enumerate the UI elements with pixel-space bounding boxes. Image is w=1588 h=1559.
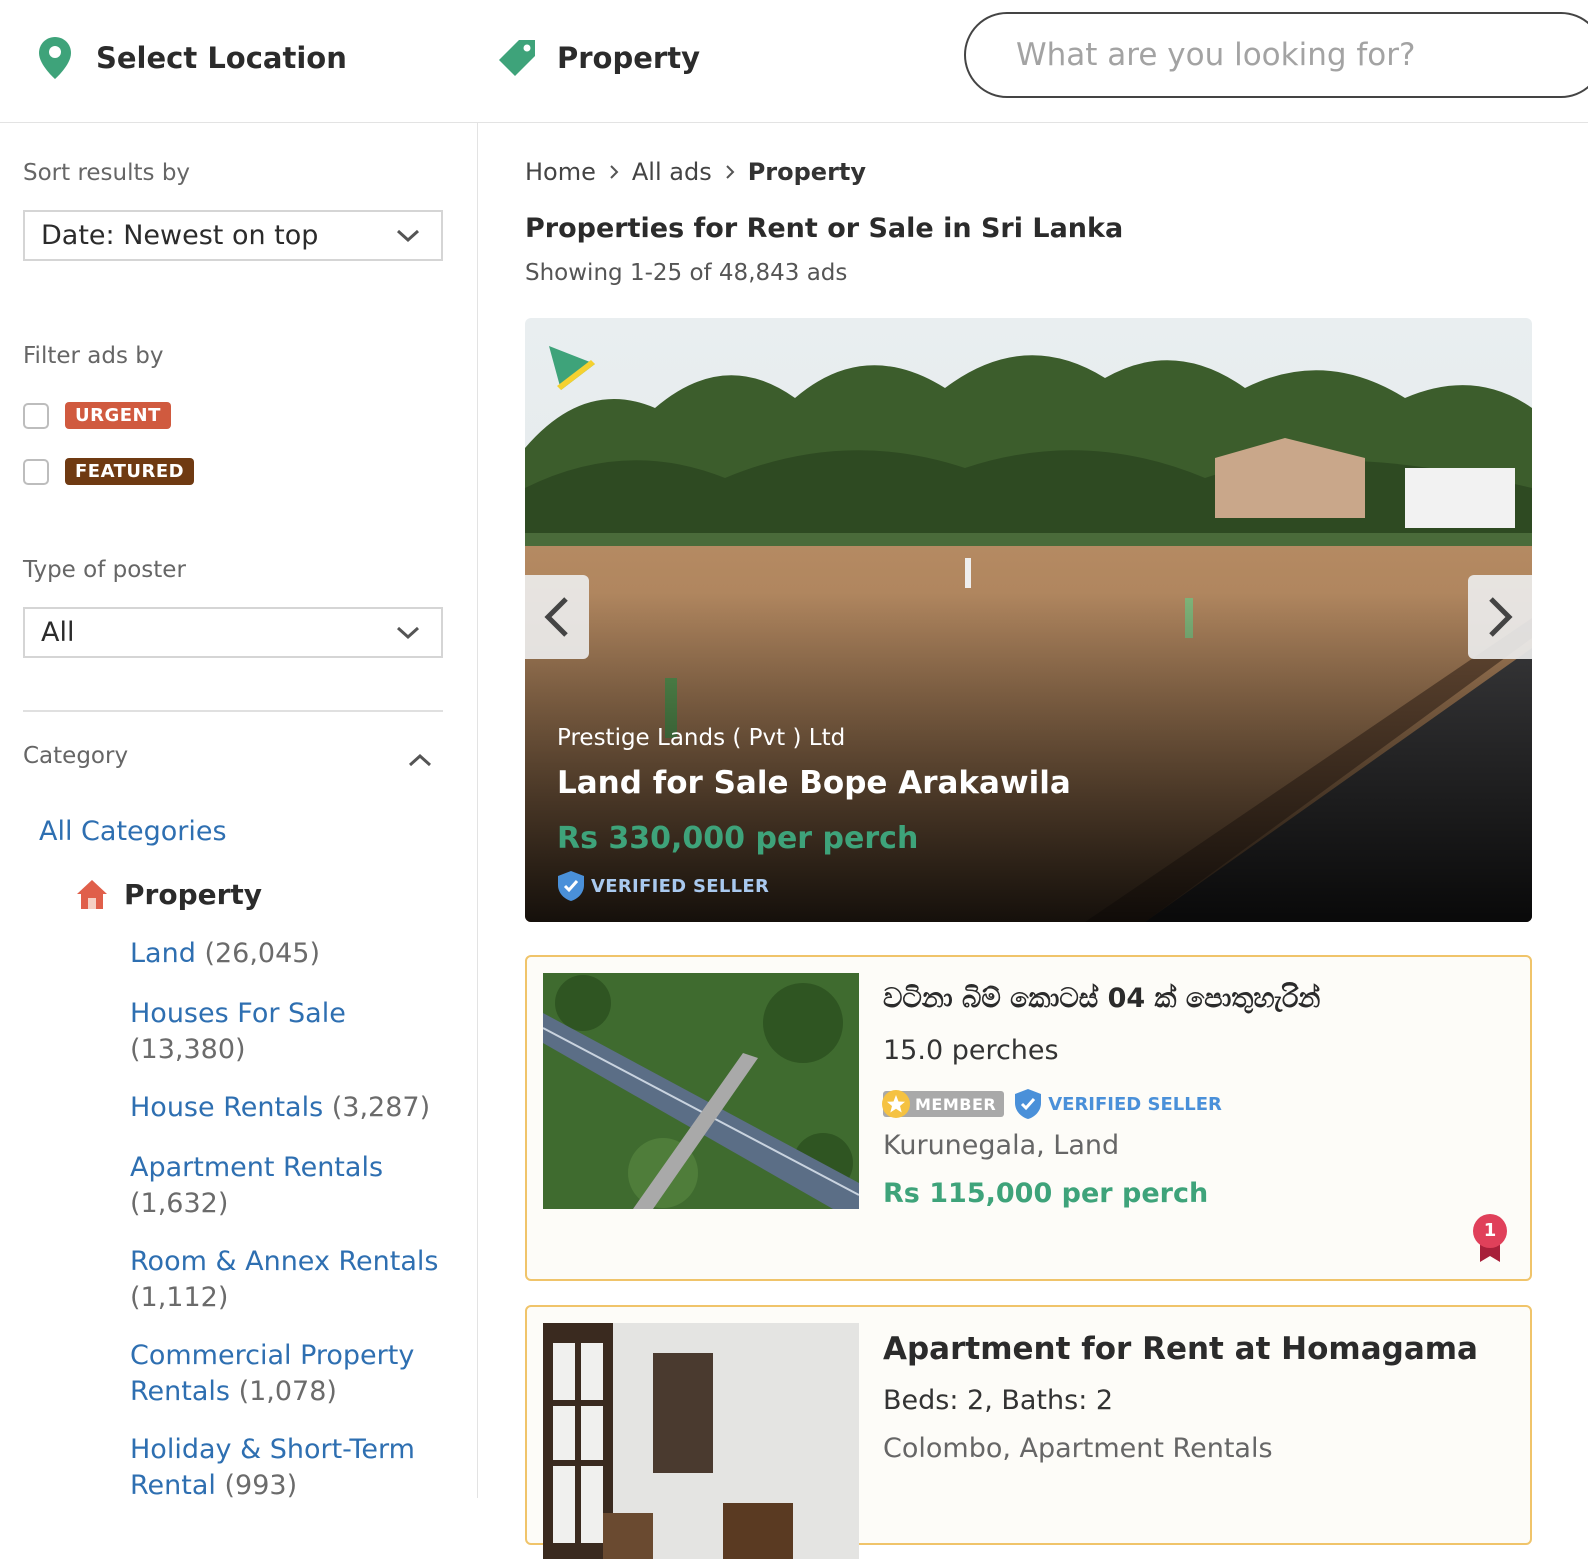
listing-badges: MEMBER VERIFIED SELLER bbox=[882, 1088, 1222, 1120]
poster-type-value: All bbox=[41, 617, 75, 648]
hero-verified-label: VERIFIED SELLER bbox=[591, 875, 770, 897]
breadcrumb-home[interactable]: Home bbox=[525, 158, 596, 186]
subcategory-houses-for-sale[interactable]: Houses For Sale (13,380) bbox=[130, 996, 450, 1068]
listing-card[interactable]: වටිනා බිම් කොටස් 04 ක් පොතුහැරින් 15.0 p… bbox=[525, 955, 1532, 1281]
sort-select-value: Date: Newest on top bbox=[41, 220, 319, 251]
hero-verified-badge: VERIFIED SELLER bbox=[557, 870, 769, 902]
top-ad-flag-icon bbox=[549, 346, 595, 390]
chevron-right-icon bbox=[1489, 597, 1513, 637]
location-pin-icon bbox=[39, 37, 71, 79]
subcategory-count: (1,632) bbox=[130, 1188, 229, 1219]
listing-location: Colombo, Apartment Rentals bbox=[883, 1433, 1273, 1464]
search-input[interactable] bbox=[1014, 32, 1558, 78]
hero-ad-price: Rs 330,000 per perch bbox=[557, 821, 919, 856]
featured-checkbox[interactable] bbox=[23, 458, 49, 485]
listing-detail: 15.0 perches bbox=[883, 1035, 1059, 1066]
subcategory-count: (13,380) bbox=[130, 1034, 246, 1065]
star-icon bbox=[882, 1090, 910, 1118]
subcategory-apartment-rentals[interactable]: Apartment Rentals (1,632) bbox=[130, 1150, 450, 1222]
breadcrumb: Home All ads Property bbox=[525, 158, 866, 186]
sidebar: Sort results by Date: Newest on top Filt… bbox=[0, 123, 478, 1501]
filter-urgent: URGENT bbox=[23, 402, 171, 429]
subcategory-name: House Rentals bbox=[130, 1092, 324, 1123]
rank-badge: 1 bbox=[1472, 1213, 1508, 1263]
subcategory-count: (26,045) bbox=[204, 938, 320, 969]
subcategory-count: (993) bbox=[224, 1470, 298, 1501]
chevron-left-icon bbox=[544, 597, 568, 637]
subcategory-count: (1,078) bbox=[238, 1376, 337, 1407]
chevron-up-icon bbox=[408, 753, 432, 767]
subcategory-house-rentals[interactable]: House Rentals (3,287) bbox=[130, 1090, 450, 1126]
featured-badge: FEATURED bbox=[65, 458, 195, 485]
listing-detail: Beds: 2, Baths: 2 bbox=[883, 1385, 1114, 1416]
chevron-down-icon bbox=[396, 229, 420, 243]
tag-icon bbox=[499, 40, 535, 76]
subcategory-name: Land bbox=[130, 938, 196, 969]
page-title: Properties for Rent or Sale in Sri Lanka bbox=[525, 213, 1124, 244]
select-location-label: Select Location bbox=[96, 41, 347, 75]
verified-shield-icon bbox=[1015, 1089, 1042, 1119]
hero-seller-name: Prestige Lands ( Pvt ) Ltd bbox=[557, 725, 846, 751]
subcategory-commercial-property-rentals[interactable]: Commercial Property Rentals (1,078) bbox=[130, 1338, 450, 1410]
subcategory-count: (1,112) bbox=[130, 1282, 229, 1313]
urgent-badge: URGENT bbox=[65, 402, 171, 429]
select-location-button[interactable]: Select Location bbox=[38, 36, 347, 80]
verified-label: VERIFIED SELLER bbox=[1048, 1093, 1222, 1115]
member-label: MEMBER bbox=[915, 1094, 997, 1114]
listing-thumbnail bbox=[543, 1323, 859, 1559]
top-bar: Select Location Property bbox=[0, 0, 1588, 123]
aerial-highway-photo bbox=[543, 973, 859, 1209]
category-section-label: Category bbox=[23, 743, 129, 769]
category-section-toggle[interactable]: Category bbox=[23, 743, 443, 783]
subcategory-land[interactable]: Land (26,045) bbox=[130, 936, 450, 972]
member-badge: MEMBER bbox=[882, 1090, 1005, 1118]
apartment-interior-photo bbox=[543, 1323, 859, 1559]
sidebar-divider bbox=[23, 710, 443, 712]
all-categories-link[interactable]: All Categories bbox=[39, 816, 227, 847]
breadcrumb-all-ads[interactable]: All ads bbox=[632, 158, 712, 186]
top-ad-carousel[interactable]: Prestige Lands ( Pvt ) Ltd Land for Sale… bbox=[525, 318, 1532, 922]
listing-thumbnail bbox=[543, 973, 859, 1209]
carousel-next-button[interactable] bbox=[1468, 575, 1532, 659]
sort-select[interactable]: Date: Newest on top bbox=[23, 210, 443, 261]
hero-ad-title: Land for Sale Bope Arakawila bbox=[557, 765, 1071, 801]
subcategory-count: (3,287) bbox=[331, 1092, 431, 1123]
poster-type-select[interactable]: All bbox=[23, 607, 443, 658]
urgent-checkbox[interactable] bbox=[23, 402, 49, 429]
carousel-prev-button[interactable] bbox=[525, 575, 589, 659]
search-box bbox=[964, 12, 1588, 98]
current-category: Property bbox=[75, 877, 262, 911]
chevron-right-icon bbox=[610, 165, 619, 179]
listing-price: Rs 115,000 per perch bbox=[883, 1178, 1209, 1209]
category-label: Property bbox=[557, 41, 700, 75]
listing-title: වටිනා බිම් කොටස් 04 ක් පොතුහැරින් bbox=[883, 983, 1321, 1014]
results-count: Showing 1-25 of 48,843 ads bbox=[525, 260, 848, 286]
subcategory-name: Apartment Rentals bbox=[130, 1152, 384, 1183]
current-category-label: Property bbox=[124, 877, 263, 911]
chevron-down-icon bbox=[396, 626, 420, 640]
poster-type-label: Type of poster bbox=[23, 557, 186, 583]
verified-shield-icon bbox=[558, 871, 584, 901]
listing-title: Apartment for Rent at Homagama bbox=[883, 1331, 1478, 1367]
subcategory-name: Room & Annex Rentals bbox=[130, 1246, 439, 1277]
verified-badge: VERIFIED SELLER bbox=[1014, 1088, 1222, 1120]
subcategory-name: Houses For Sale bbox=[130, 998, 346, 1029]
filter-featured: FEATURED bbox=[23, 458, 195, 485]
listing-card[interactable]: Apartment for Rent at Homagama Beds: 2, … bbox=[525, 1305, 1532, 1559]
chevron-right-icon bbox=[725, 165, 735, 179]
rank-number: 1 bbox=[1483, 1220, 1497, 1241]
sort-label: Sort results by bbox=[23, 160, 191, 186]
filter-label: Filter ads by bbox=[23, 343, 164, 369]
listing-location: Kurunegala, Land bbox=[883, 1130, 1120, 1161]
subcategory-room-annex-rentals[interactable]: Room & Annex Rentals (1,112) bbox=[130, 1244, 450, 1316]
breadcrumb-current: Property bbox=[747, 158, 867, 186]
subcategory-holiday-short-term[interactable]: Holiday & Short-Term Rental (993) bbox=[130, 1432, 450, 1504]
category-button[interactable]: Property bbox=[497, 38, 700, 78]
house-icon bbox=[77, 880, 107, 909]
